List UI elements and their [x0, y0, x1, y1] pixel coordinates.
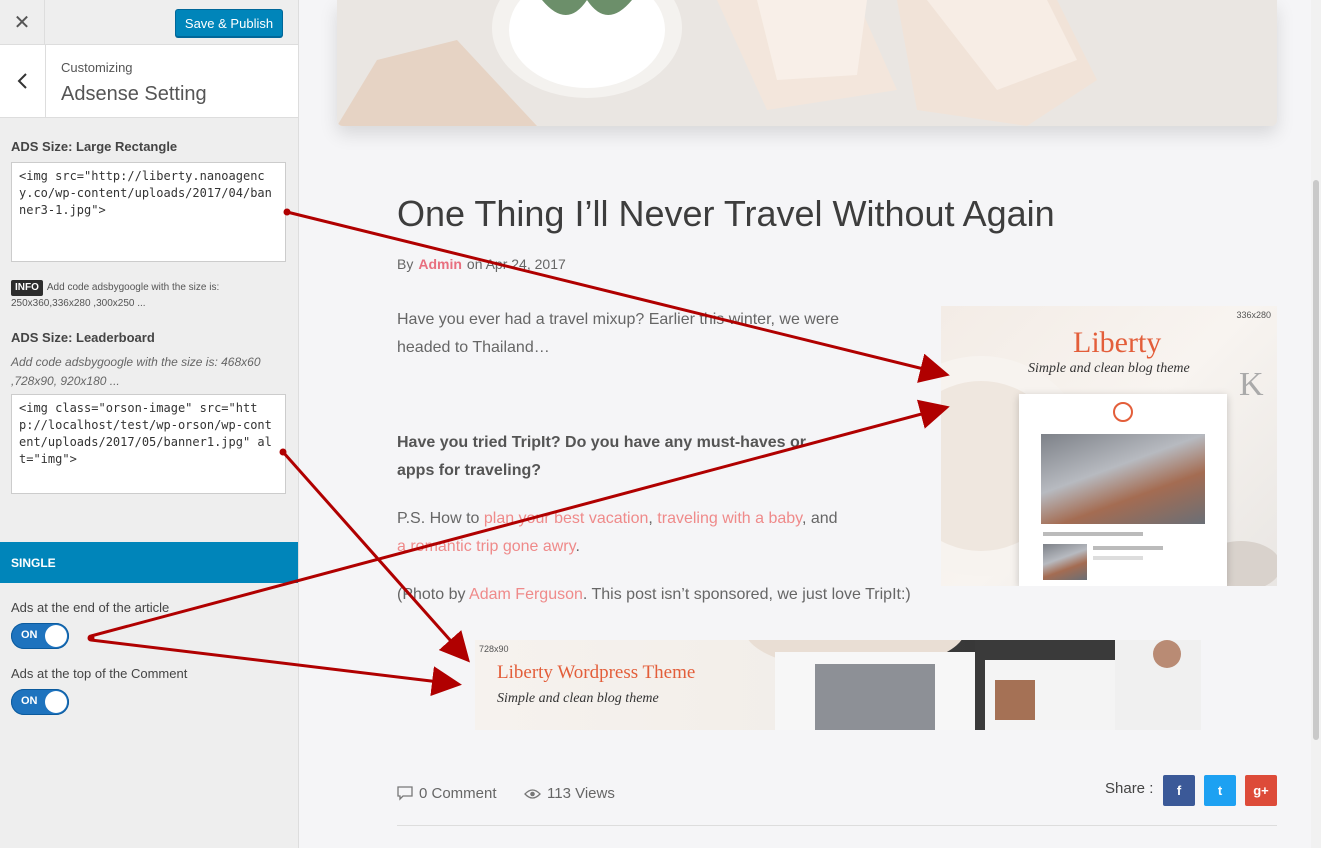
share-twitter-button[interactable]: t [1204, 775, 1236, 806]
ad-leaderboard[interactable]: 728x90 Liberty Wordpress Theme Simple an… [475, 640, 1201, 730]
chevron-left-icon [17, 73, 27, 89]
footer-divider [397, 825, 1277, 826]
share-label: Share : [1105, 780, 1154, 797]
info-badge: INFO [11, 280, 43, 296]
post-meta: By Admin on Apr 24, 2017 [397, 256, 566, 272]
comments-count[interactable]: 0 Comment [397, 785, 497, 802]
ps-sep: , [648, 510, 658, 527]
ad-leader-illustration [748, 640, 1201, 730]
ad-size-label: 336x280 [1236, 310, 1271, 320]
toggle-end-article[interactable]: ON [11, 623, 69, 649]
eye-icon [524, 788, 541, 799]
toggle-top-comment[interactable]: ON [11, 689, 69, 715]
ad-size-label: 728x90 [479, 644, 509, 654]
large-rectangle-code-input[interactable]: <img src="http://liberty.nanoagency.co/w… [11, 162, 286, 262]
post-ps: P.S. How to plan your best vacation, tra… [397, 505, 842, 561]
ad-title: Liberty Wordpress Theme [497, 662, 696, 683]
views-text: 113 Views [547, 785, 615, 802]
toggle-state-text: ON [21, 695, 38, 707]
ps-prefix: P.S. How to [397, 510, 484, 527]
post-title[interactable]: One Thing I’ll Never Travel Without Agai… [397, 193, 1055, 235]
comments-text: 0 Comment [419, 785, 497, 802]
featured-image [337, 0, 1277, 126]
post-intro: Have you ever had a travel mixup? Earlie… [397, 311, 839, 356]
link-photographer[interactable]: Adam Ferguson [469, 586, 583, 603]
toggle-state-text: ON [21, 629, 38, 641]
twitter-icon: t [1217, 783, 1223, 798]
google-plus-icon: g+ [1253, 783, 1269, 798]
save-publish-button[interactable]: Save & Publish [175, 9, 283, 37]
photo-credit: (Photo by Adam Ferguson. This post isn’t… [397, 581, 957, 609]
panel-header: Customizing Adsense Setting [0, 45, 298, 118]
link-traveling-baby[interactable]: traveling with a baby [657, 510, 802, 527]
leaderboard-code-input[interactable]: <img class="orson-image" src="http://loc… [11, 394, 286, 494]
toggle-end-article-label: Ads at the end of the article [11, 600, 170, 615]
ad-deco-letter: K [1239, 366, 1264, 403]
customizer-top-bar: ✕ Save & Publish [0, 0, 298, 45]
panel-title: Adsense Setting [61, 83, 207, 105]
link-romantic-trip[interactable]: a romantic trip gone awry [397, 538, 575, 555]
customizer-sidebar: ✕ Save & Publish Customizing Adsense Set… [0, 0, 299, 848]
toggle-top-comment-label: Ads at the top of the Comment [11, 666, 188, 681]
photo-suffix: . This post isn’t sponsored, we just lov… [582, 586, 911, 603]
post-date: on Apr 24, 2017 [466, 256, 566, 272]
author-link[interactable]: Admin [418, 256, 462, 272]
share-google-button[interactable]: g+ [1245, 775, 1277, 806]
ad-theme-mockup [1019, 394, 1227, 586]
plant-pot-illustration [337, 0, 1277, 126]
large-rectangle-label: ADS Size: Large Rectangle [11, 139, 178, 154]
meta-by: By [397, 256, 414, 272]
customizing-label: Customizing [61, 60, 133, 75]
site-preview: One Thing I’ll Never Travel Without Agai… [299, 0, 1321, 848]
share-facebook-button[interactable]: f [1163, 775, 1195, 806]
section-single[interactable]: SINGLE [0, 542, 298, 583]
leaderboard-label: ADS Size: Leaderboard [11, 330, 155, 345]
ad-large-rectangle[interactable]: 336x280 Liberty Simple and clean blog th… [941, 306, 1277, 586]
leaderboard-description: Add code adsbygoogle with the size is: 4… [11, 355, 261, 388]
toggle-knob [45, 625, 67, 647]
large-rectangle-info: INFO Add code adsbygoogle with the size i… [11, 280, 291, 312]
toggle-knob [45, 691, 67, 713]
comment-icon [397, 786, 413, 801]
question-text: Have you tried TripIt? Do you have any m… [397, 434, 806, 479]
ps-sep: , and [801, 510, 838, 527]
post-question: Have you tried TripIt? Do you have any m… [397, 429, 842, 485]
close-customizer-button[interactable]: ✕ [0, 0, 45, 44]
back-button[interactable] [0, 45, 46, 117]
preview-scrollbar[interactable] [1311, 0, 1321, 848]
views-count: 113 Views [524, 785, 615, 802]
photo-prefix: (Photo by [397, 586, 470, 603]
scrollbar-thumb[interactable] [1313, 180, 1319, 740]
facebook-icon: f [1176, 783, 1182, 798]
ad-subtitle: Simple and clean blog theme [497, 691, 659, 706]
ps-end: . [575, 538, 580, 555]
ad-subtitle: Simple and clean blog theme [1028, 361, 1190, 376]
ad-title: Liberty [1073, 326, 1162, 359]
link-plan-vacation[interactable]: plan your best vacation [484, 510, 649, 527]
